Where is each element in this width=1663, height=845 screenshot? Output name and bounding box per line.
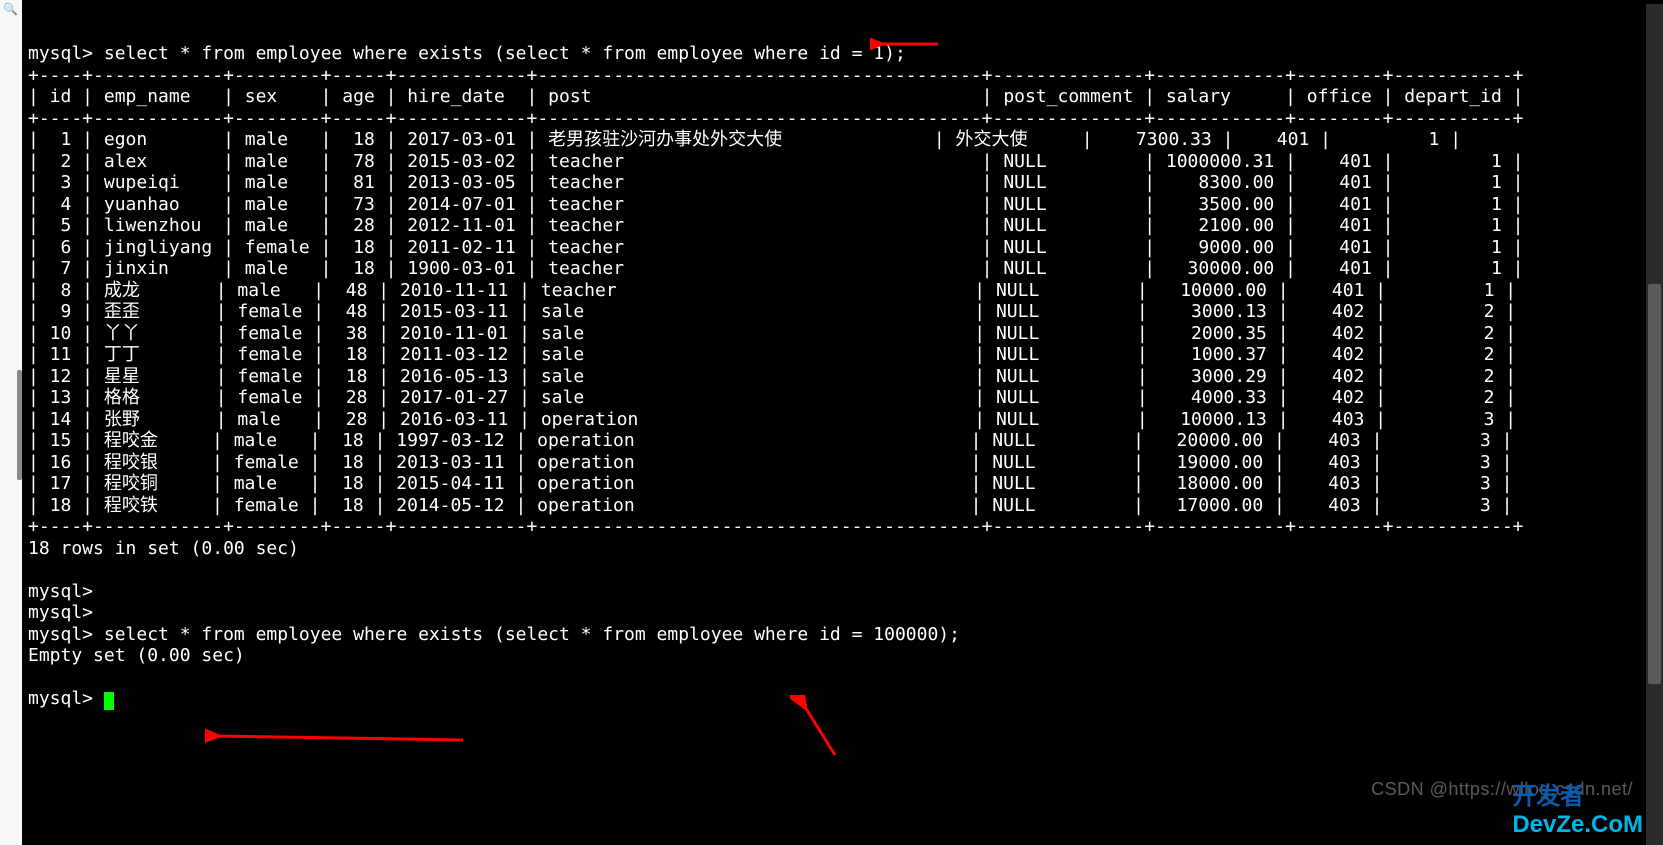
scrollbar[interactable] bbox=[1646, 4, 1663, 845]
terminal-output[interactable]: mysql> select * from employee where exis… bbox=[22, 0, 1663, 845]
watermark-devze: 开发者 DevZe.CoM bbox=[1512, 776, 1643, 839]
search-icon[interactable]: 🔍 bbox=[3, 3, 17, 17]
scrollbar-thumb[interactable] bbox=[1648, 284, 1661, 684]
cursor bbox=[104, 692, 114, 710]
terminal-text: mysql> select * from employee where exis… bbox=[22, 22, 1663, 710]
